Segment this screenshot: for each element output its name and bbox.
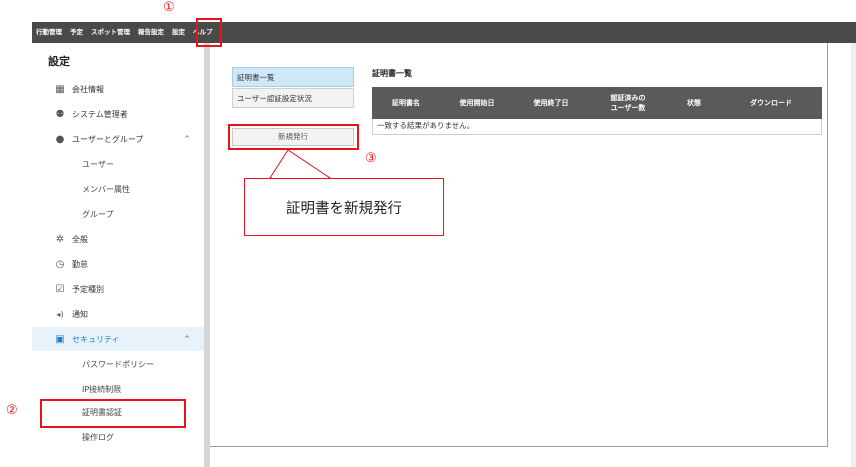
column-header-authenticated-users[interactable]: 認証済みの ユーザー数 <box>588 87 668 119</box>
annotation-marker-2: ② <box>6 403 18 418</box>
sidebar-item-password-policy[interactable]: パスワードポリシー <box>32 352 204 376</box>
sidebar-item-company-info[interactable]: ▦ 会社情報 <box>32 77 204 101</box>
screen: ① ② ③ 行動管理 予定 スポット管理 報告設定 設定 ヘルプ 設定 ▦ 会社… <box>0 0 856 467</box>
annotation-marker-1: ① <box>163 0 175 15</box>
sidebar-item-label: メンバー属性 <box>82 184 130 194</box>
certificate-table: 証明書名 使用開始日 使用終了日 認証済みの ユーザー数 状態 ダウンロード 一… <box>372 87 822 135</box>
highlight-certificate-auth <box>40 399 186 428</box>
menu-item-spot-management[interactable]: スポット管理 <box>87 22 134 43</box>
chevron-up-icon: ^ <box>184 335 190 343</box>
sidebar-item-label: 通知 <box>72 309 88 319</box>
empty-result-row: 一致する結果がありません。 <box>372 119 822 135</box>
subnav-user-auth-status[interactable]: ユーザー認証設定状況 <box>232 88 354 108</box>
sidebar-item-label: システム管理者 <box>72 109 128 119</box>
sidebar-splitter[interactable] <box>204 43 210 467</box>
column-header-download[interactable]: ダウンロード <box>720 87 822 119</box>
sidebar-item-system-admin[interactable]: ⚉ システム管理者 <box>32 102 204 126</box>
annotation-marker-3: ③ <box>365 151 377 166</box>
menu-item-report-settings[interactable]: 報告設定 <box>134 22 168 43</box>
calendar-check-icon: ☑ <box>55 283 65 295</box>
sidebar-item-notifications[interactable]: ◂) 通知 <box>32 302 204 326</box>
sidebar-item-label: ユーザーとグループ <box>72 134 144 144</box>
sidebar-item-security[interactable]: ▣ セキュリティ ^ <box>32 327 204 351</box>
content-border-right <box>827 43 828 447</box>
page-title: 証明書一覧 <box>372 69 412 78</box>
menu-item-schedule[interactable]: 予定 <box>66 22 87 43</box>
sidebar-item-label: パスワードポリシー <box>82 359 154 369</box>
sidebar-item-label: 全般 <box>72 234 88 244</box>
sidebar-item-label: 勤怠 <box>72 259 88 269</box>
clock-icon: ◷ <box>55 258 65 270</box>
sidebar-item-users[interactable]: ユーザー <box>32 152 204 176</box>
column-header-start-date[interactable]: 使用開始日 <box>440 87 514 119</box>
sidebar-item-ip-restriction[interactable]: IP接続制限 <box>32 377 204 401</box>
highlight-new-button <box>228 124 359 150</box>
top-menu-bar: 行動管理 予定 スポット管理 報告設定 設定 ヘルプ <box>32 22 856 43</box>
sidebar-item-label: 会社情報 <box>72 84 104 94</box>
sidebar-item-member-attributes[interactable]: メンバー属性 <box>32 177 204 201</box>
user-icon: ● <box>55 133 65 145</box>
annotation-callout: 証明書を新規発行 <box>244 178 444 236</box>
sidebar-item-label: IP接続制限 <box>82 384 122 394</box>
sidebar-item-label: セキュリティ <box>72 334 120 344</box>
sidebar-item-schedule-types[interactable]: ☑ 予定種別 <box>32 277 204 301</box>
menu-item-settings[interactable]: 設定 <box>168 22 189 43</box>
table-header: 証明書名 使用開始日 使用終了日 認証済みの ユーザー数 状態 ダウンロード <box>372 87 822 119</box>
menu-item-action-management[interactable]: 行動管理 <box>32 22 66 43</box>
sidebar-item-users-and-groups[interactable]: ● ユーザーとグループ ^ <box>32 127 204 151</box>
sidebar-item-label: 予定種別 <box>72 284 104 294</box>
building-icon: ▦ <box>55 83 65 95</box>
admin-user-icon: ⚉ <box>55 108 65 120</box>
sidebar-item-groups[interactable]: グループ <box>32 202 204 226</box>
sidebar-item-attendance[interactable]: ◷ 勤怠 <box>32 252 204 276</box>
sidebar-item-label: グループ <box>82 209 114 219</box>
column-header-certificate-name[interactable]: 証明書名 <box>372 87 440 119</box>
subnav-certificate-list[interactable]: 証明書一覧 <box>232 67 354 87</box>
sidebar-item-label: ユーザー <box>82 159 114 169</box>
sidebar-item-operation-log[interactable]: 操作ログ <box>32 425 204 449</box>
chevron-up-icon: ^ <box>184 135 190 143</box>
column-header-end-date[interactable]: 使用終了日 <box>514 87 588 119</box>
callout-pointer <box>269 149 332 179</box>
column-header-status[interactable]: 状態 <box>668 87 720 119</box>
lock-icon: ▣ <box>55 333 65 345</box>
sidebar-title: 設定 <box>48 55 70 68</box>
speaker-icon: ◂) <box>56 309 64 319</box>
content-border-bottom <box>210 446 828 447</box>
window-edge <box>851 43 856 467</box>
sidebar-item-general[interactable]: ✲ 全般 <box>32 227 204 251</box>
highlight-settings-menu <box>196 18 222 47</box>
sidebar-item-label: 操作ログ <box>82 432 114 442</box>
gear-icon: ✲ <box>55 233 65 245</box>
